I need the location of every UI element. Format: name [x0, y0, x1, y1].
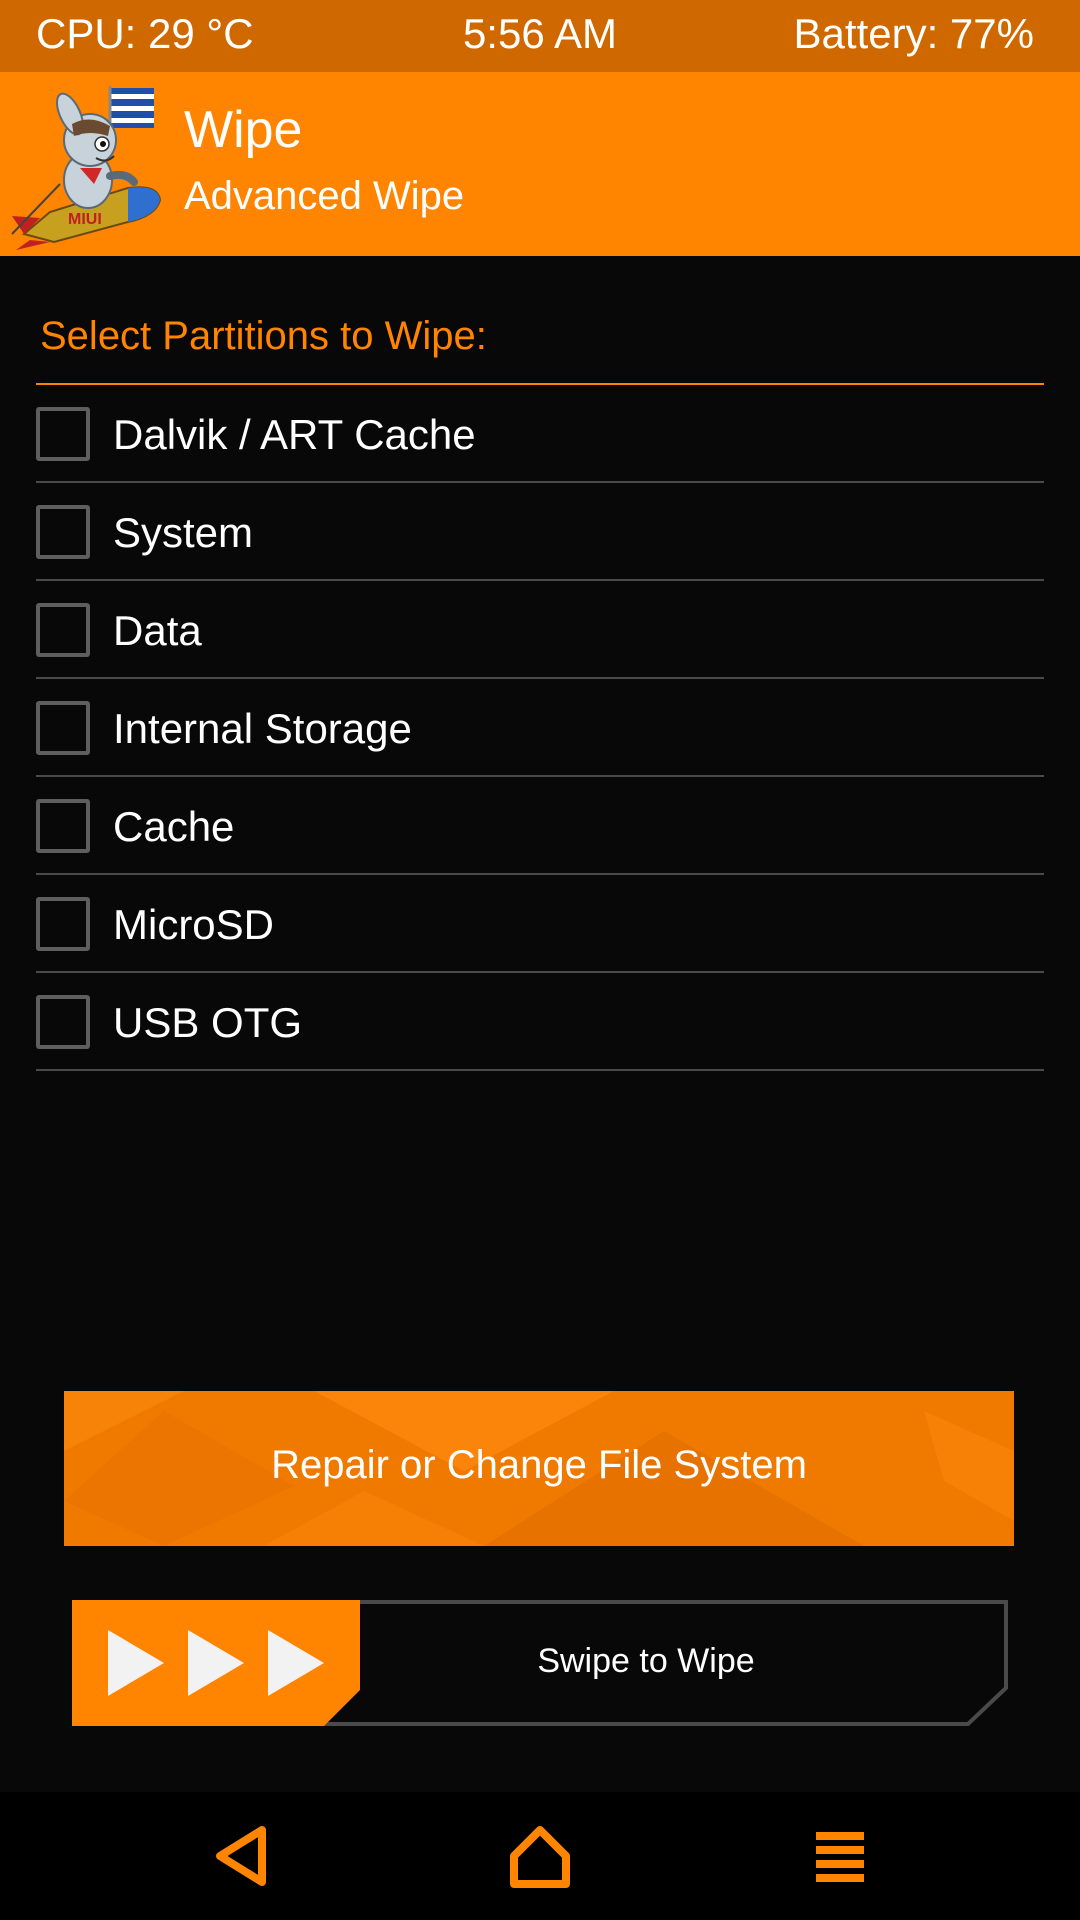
partition-label: MicroSD	[113, 901, 275, 948]
checkbox[interactable]	[36, 701, 90, 755]
checkbox[interactable]	[36, 897, 90, 951]
page-subtitle: Advanced Wipe	[184, 174, 465, 218]
partition-label: USB OTG	[113, 999, 303, 1046]
checkbox[interactable]	[36, 603, 90, 657]
partition-label: Cache	[113, 803, 235, 850]
checkbox[interactable]	[36, 505, 90, 559]
checkbox[interactable]	[36, 799, 90, 853]
partition-row-system[interactable]: System	[36, 483, 1044, 581]
back-triangle-icon[interactable]	[206, 1820, 278, 1892]
battery-level: Battery: 77%	[793, 10, 1034, 57]
checkbox[interactable]	[36, 407, 90, 461]
partition-row-cache[interactable]: Cache	[36, 777, 1044, 875]
partition-label: System	[113, 509, 254, 556]
partition-label: Internal Storage	[113, 705, 412, 752]
page-header: MIUI Wipe Advanced Wipe	[0, 72, 1080, 256]
swipe-handle[interactable]	[72, 1600, 360, 1726]
home-icon[interactable]	[504, 1820, 576, 1892]
repair-button-label: Repair or Change File System	[271, 1443, 807, 1487]
navigation-bar	[0, 1792, 1080, 1920]
checkbox[interactable]	[36, 995, 90, 1049]
section-heading: Select Partitions to Wipe:	[40, 314, 487, 358]
partition-row-usb-otg[interactable]: USB OTG	[36, 973, 1044, 1071]
partition-row-data[interactable]: Data	[36, 581, 1044, 679]
partition-label: Data	[113, 607, 202, 654]
miui-rocket-mascot-logo: MIUI	[11, 86, 162, 250]
twrp-wipe-screen: CPU: 29 °C 5:56 AM Battery: 77% MIUI Wip…	[0, 0, 1080, 1920]
partition-row-microsd[interactable]: MicroSD	[36, 875, 1044, 973]
partition-row-dalvik-art-cache[interactable]: Dalvik / ART Cache	[36, 385, 1044, 483]
partition-row-internal-storage[interactable]: Internal Storage	[36, 679, 1044, 777]
repair-filesystem-button[interactable]: Repair or Change File System	[64, 1391, 1014, 1546]
page-title: Wipe	[184, 101, 303, 159]
status-bar: CPU: 29 °C 5:56 AM Battery: 77%	[0, 0, 1080, 72]
menu-icon[interactable]	[804, 1820, 876, 1892]
svg-text:MIUI: MIUI	[68, 211, 102, 228]
swipe-label: Swipe to Wipe	[537, 1642, 755, 1680]
partition-label: Dalvik / ART Cache	[113, 411, 476, 458]
